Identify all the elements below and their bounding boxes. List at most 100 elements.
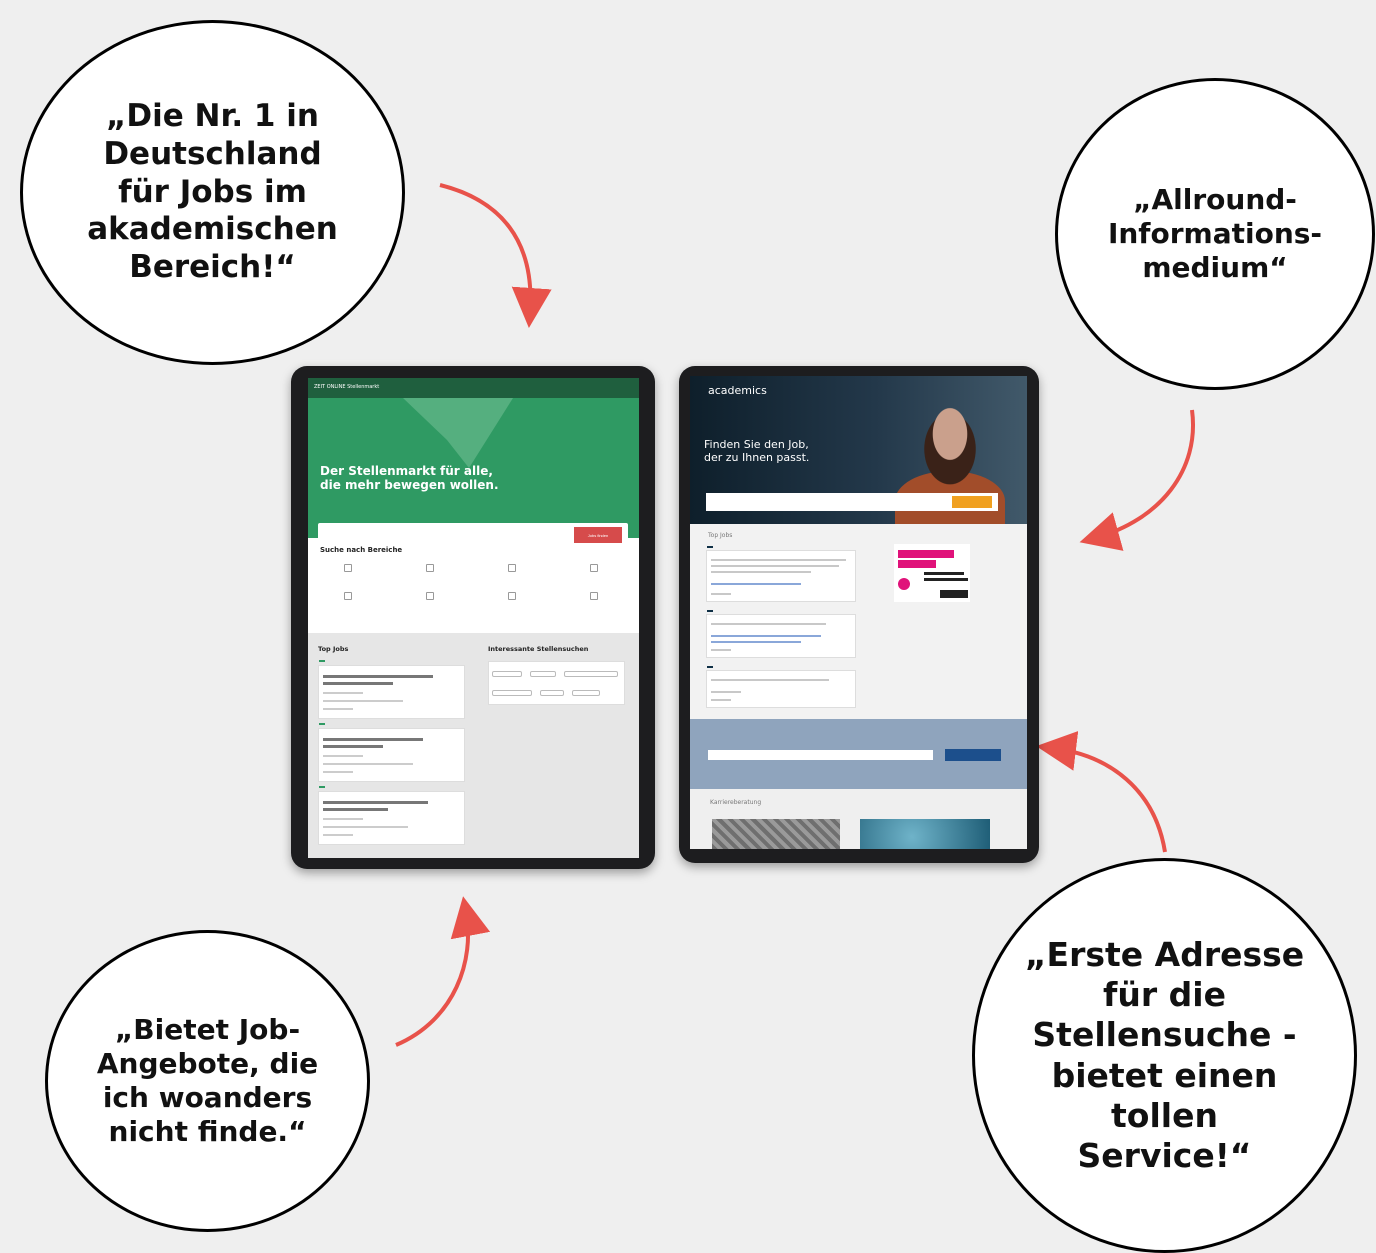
job-title-line [323,738,423,741]
job-text-line [711,565,839,567]
hero-person-photo [910,394,990,494]
quote-text-top-right: „Allround-Informations-medium“ [1107,182,1323,285]
job-badge [707,610,713,612]
zeit-category-3[interactable] [480,564,544,575]
ad-pink-bar [898,560,936,568]
quote-bubble-bottom-right: „Erste Adresse für die Stellensuche - bi… [972,858,1357,1253]
zeit-job-card[interactable] [318,786,465,845]
job-title-line [323,801,428,804]
job-meta-line [711,691,741,693]
job-badge [707,546,713,548]
zeit-screen: ZEIT ONLINE Stellenmarkt Der Stellenmark… [308,378,639,858]
search-tag[interactable] [530,671,557,677]
search-tag[interactable] [540,690,565,696]
academics-screen: academics Finden Sie den Job, der zu Ihn… [690,376,1027,849]
zeit-category-4[interactable] [562,564,626,575]
quote-bubble-bottom-left: „Bietet Job-Angebote, die ich woanders n… [45,930,370,1232]
academics-logo[interactable]: academics [708,384,767,397]
zeit-search-input[interactable] [324,532,524,537]
job-meta-line [323,755,363,757]
zeit-search-button[interactable]: Jobs finden [574,527,622,543]
academics-body: Top Jobs [690,524,1027,719]
academics-hero: academics Finden Sie den Job, der zu Ihn… [690,376,1027,531]
search-tag[interactable] [564,671,619,677]
zeit-hero-title: Der Stellenmarkt für alle, die mehr bewe… [320,464,499,493]
quote-text-bottom-left: „Bietet Job-Angebote, die ich woanders n… [96,1012,319,1149]
job-meta-line [323,700,403,702]
ad-logo-block [940,590,968,598]
zeit-job-card[interactable] [318,723,465,782]
academics-job-card[interactable] [706,666,856,708]
category-icon [344,564,352,572]
job-text-line [711,559,846,561]
category-icon [590,592,598,600]
arrow-bottom-right [1036,731,1167,853]
zeit-category-1[interactable] [316,564,380,575]
category-icon [508,564,516,572]
job-meta-line [323,763,413,765]
ad-text-line [924,572,964,575]
academics-newsletter [690,719,1027,789]
quote-bubble-top-right: „Allround-Informations-medium“ [1055,78,1375,390]
zeit-hero: Der Stellenmarkt für alle, die mehr bewe… [308,398,639,547]
zeit-category-7[interactable] [480,592,544,603]
quote-text-bottom-right: „Erste Adresse für die Stellensuche - bi… [1024,934,1305,1175]
job-meta-line [323,708,353,710]
zeit-job-card[interactable] [318,660,465,719]
search-tag[interactable] [572,690,601,696]
ad-text-line [924,578,968,581]
newsletter-email-input[interactable] [708,750,933,760]
newsletter-submit-button[interactable] [945,749,1001,761]
job-badge [319,786,325,788]
job-link-line [711,641,801,643]
search-tag[interactable] [492,671,522,677]
job-title-line [323,808,388,811]
ad-pink-bar [898,550,954,558]
job-text-line [711,571,811,573]
academics-top-jobs-title: Top Jobs [708,532,733,539]
zeit-hero-graphic [403,398,513,468]
zeit-logo[interactable]: ZEIT ONLINE Stellenmarkt [314,384,379,390]
academics-search-bar [706,493,998,511]
arrow-bottom-left [395,896,491,1047]
zeit-category-5[interactable] [316,592,380,603]
search-tag[interactable] [492,690,532,696]
job-meta-line [711,593,731,595]
job-title-line [323,682,393,685]
category-icon [508,592,516,600]
quote-bubble-top-left: „Die Nr. 1 in Deutschland für Jobs im ak… [20,20,405,365]
arrow-top-right [1079,409,1195,551]
academics-hero-title: Finden Sie den Job, der zu Ihnen passt. [704,438,810,465]
zeit-search-tags [488,661,625,705]
job-badge [707,666,713,668]
academics-ad-banner[interactable] [894,544,970,602]
zeit-search-bar: Jobs finden [318,523,628,547]
academics-search-button[interactable] [952,496,992,508]
zeit-top-jobs-title: Top Jobs [318,645,349,653]
academics-search-input[interactable] [712,499,892,503]
job-meta-line [323,826,408,828]
job-meta-line [323,771,353,773]
job-text-line [711,679,829,681]
job-title-line [323,745,383,748]
job-title-line [323,675,433,678]
zeit-navbar: ZEIT ONLINE Stellenmarkt [308,378,639,398]
zeit-interesting-title: Interessante Stellensuchen [488,645,589,653]
academics-career-section: Karriereberatung [690,789,1027,849]
job-meta-line [323,834,353,836]
quote-text-top-left: „Die Nr. 1 in Deutschland für Jobs im ak… [87,97,338,286]
ad-pink-dot [898,578,910,590]
job-link-line [711,583,801,585]
job-meta-line [323,692,363,694]
academics-career-title: Karriereberatung [710,799,762,806]
zeit-category-8[interactable] [562,592,626,603]
article-image-2[interactable] [860,819,990,849]
arrow-top-left [439,183,552,328]
article-image-1[interactable] [712,819,840,849]
zeit-category-2[interactable] [398,564,462,575]
academics-job-card[interactable] [706,610,856,658]
zeit-categories-title: Suche nach Bereiche [320,546,403,554]
zeit-category-6[interactable] [398,592,462,603]
academics-job-card[interactable] [706,546,856,602]
tablet-academics: academics Finden Sie den Job, der zu Ihn… [679,366,1039,863]
